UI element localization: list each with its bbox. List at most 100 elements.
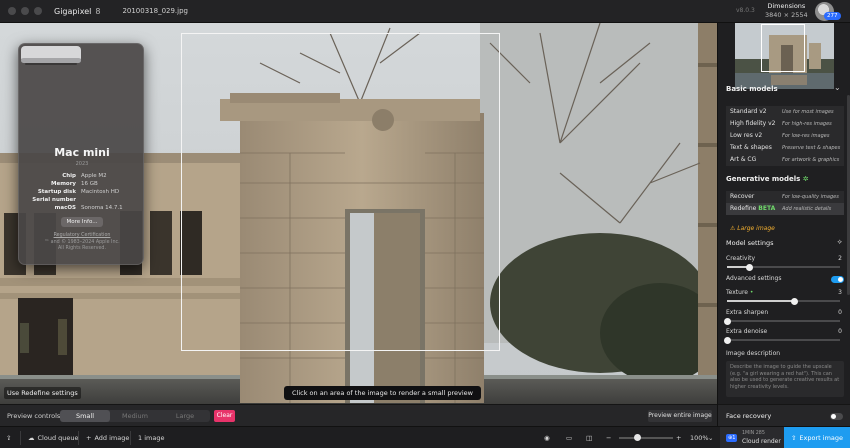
file-name: 20100318_029.jpg [122, 7, 188, 15]
creativity-slider-handle[interactable] [746, 263, 754, 271]
zoom-in-icon[interactable]: + [676, 427, 681, 448]
face-recovery-toggle[interactable] [830, 413, 843, 420]
more-info-button[interactable]: More Info... [61, 217, 103, 227]
export-image-button[interactable]: ⇧ Export image [784, 427, 850, 448]
bottom-bar: ⇪ ☁ Cloud queue + Add image 1 image ◉ ▭ … [0, 426, 850, 448]
divider [130, 431, 131, 445]
app-name: Gigapixel [54, 6, 92, 16]
generative-models-list: Recover For low-quality images Redefine … [726, 191, 844, 215]
cloud-queue-button[interactable]: ☁ Cloud queue [28, 427, 79, 448]
creativity-slider[interactable] [727, 263, 840, 271]
creativity-value: 2 [838, 255, 842, 262]
preview-entire-image-button[interactable]: Preview entire image [648, 410, 712, 422]
minimize-window-icon[interactable] [21, 7, 29, 15]
cloud-render-label: Cloud render [742, 438, 781, 445]
advanced-settings-label: Advanced settings [726, 275, 782, 282]
cloud-render-badge: ⊕1 [726, 434, 738, 442]
creativity-label: Creativity [726, 255, 756, 262]
about-this-mac-window: Mac mini 2023 Chip Apple M2 Memory 16 GB… [18, 43, 144, 265]
zoom-slider-handle[interactable] [634, 434, 642, 441]
texture-label: Texture • [726, 289, 754, 296]
cloud-render-estimate: 1MIN 285 [742, 431, 765, 436]
add-image-button[interactable]: + Add image [86, 427, 129, 448]
window-controls [8, 7, 42, 15]
close-window-icon[interactable] [8, 7, 16, 15]
extra-denoise-value: 0 [838, 328, 842, 335]
generative-models-title: Generative models ✲ [726, 175, 809, 183]
divider [20, 431, 21, 445]
split-view-icon[interactable]: ▭ [566, 427, 572, 448]
texture-slider-handle[interactable] [791, 297, 799, 305]
model-text-shapes[interactable]: Text & shapes Preserve text & shapes [726, 142, 844, 154]
extra-sharpen-slider-handle[interactable] [723, 317, 731, 325]
zoom-out-icon[interactable]: − [606, 427, 611, 448]
collapse-chevron-icon[interactable]: ⌄ [834, 83, 841, 92]
clear-button[interactable]: Clear [214, 410, 235, 422]
redefine-settings-tag: Use Redefine settings [4, 387, 81, 399]
build-version: v8.0.3 [736, 7, 755, 14]
mac-model-title: Mac mini [54, 146, 110, 159]
eye-icon[interactable]: ◉ [544, 427, 550, 448]
zoom-level[interactable]: 100% [690, 427, 709, 448]
mac-copyright: ™ and © 1983–2024 Apple Inc. All Rights … [44, 240, 120, 251]
dimensions-label: Dimensions [767, 2, 806, 10]
preview-controls-label: Preview controls [7, 412, 61, 420]
extra-denoise-slider-handle[interactable] [723, 336, 731, 344]
magic-wand-icon[interactable]: ⟡ [837, 238, 842, 247]
credits-badge: 277 [824, 12, 841, 20]
model-high-fidelity-v2[interactable]: High fidelity v2 For high-res images [726, 118, 844, 130]
extra-sharpen-value: 0 [838, 309, 842, 316]
sparkle-icon: ✲ [802, 175, 809, 183]
model-redefine[interactable]: Redefine BETA Add realistic details [726, 203, 844, 215]
preview-size-small[interactable]: Small [60, 410, 110, 422]
export-icon: ⇧ [790, 434, 797, 442]
zoom-slider[interactable] [619, 437, 673, 439]
texture-slider[interactable] [727, 297, 840, 305]
extra-sharpen-slider[interactable] [723, 317, 840, 325]
plus-icon: + [86, 434, 92, 442]
app-version: 8 [95, 6, 101, 16]
cloud-icon: ☁ [28, 434, 35, 442]
extra-sharpen-label: Extra sharpen [726, 309, 769, 316]
preview-size-large[interactable]: Large [160, 410, 210, 422]
beta-badge: BETA [758, 205, 776, 212]
mac-mini-icon [21, 46, 81, 65]
basic-models-title: Basic models [726, 85, 778, 93]
model-recover[interactable]: Recover For low-quality images [726, 191, 844, 203]
model-standard-v2[interactable]: Standard v2 Use for most images [726, 106, 844, 118]
mac-model-year: 2023 [75, 161, 89, 167]
regulatory-link[interactable]: Regulatory Certification [19, 233, 145, 238]
divider [78, 431, 79, 445]
image-description-label: Image description [726, 350, 781, 357]
cloud-render-button[interactable]: ⊕1 1MIN 285 Cloud render [720, 427, 784, 448]
title-bar: Gigapixel 8 20100318_029.jpg v8.0.3 Dime… [0, 0, 850, 23]
advanced-settings-toggle[interactable] [831, 276, 844, 283]
side-by-side-icon[interactable]: ◫ [586, 427, 592, 448]
app-window: Gigapixel 8 20100318_029.jpg v8.0.3 Dime… [0, 0, 850, 448]
extra-denoise-label: Extra denoise [726, 328, 768, 335]
dimensions-value: 3840 × 2554 [765, 11, 808, 19]
navigator-thumbnail[interactable] [735, 23, 834, 89]
image-description-input[interactable]: Describe the image to guide the upscale … [726, 361, 844, 397]
thumbnail-viewport-box[interactable] [761, 24, 805, 72]
large-image-warning: ⚠ Large image [730, 225, 775, 232]
model-low-res-v2[interactable]: Low res v2 For low-res images [726, 130, 844, 142]
extra-denoise-slider[interactable] [723, 336, 840, 344]
dimensions-readout: Dimensions 3840 × 2554 [765, 2, 808, 20]
zoom-window-icon[interactable] [34, 7, 42, 15]
model-art-cg[interactable]: Art & CG For artwork & graphics [726, 154, 844, 166]
preview-controls-bar: Preview controls Small Medium Large Clea… [0, 404, 717, 426]
face-recovery-row: Face recovery [718, 404, 850, 426]
warning-icon: ⚠ [730, 225, 736, 232]
settings-panel: Basic models ⌄ Standard v2 Use for most … [717, 23, 850, 426]
texture-dot-icon: • [749, 289, 754, 296]
zoom-dropdown-icon[interactable]: ⌄ [708, 427, 713, 448]
upload-icon[interactable]: ⇪ [6, 427, 11, 448]
image-canvas[interactable]: Use Redefine settings Click on an area o… [0, 23, 717, 404]
image-count: 1 image [138, 434, 165, 442]
model-settings-title: Model settings [726, 239, 774, 247]
preview-hint-tooltip: Click on an area of the image to render … [284, 386, 481, 400]
preview-size-medium[interactable]: Medium [110, 410, 160, 422]
texture-value: 3 [838, 289, 842, 296]
basic-models-list: Standard v2 Use for most images High fid… [726, 106, 844, 166]
